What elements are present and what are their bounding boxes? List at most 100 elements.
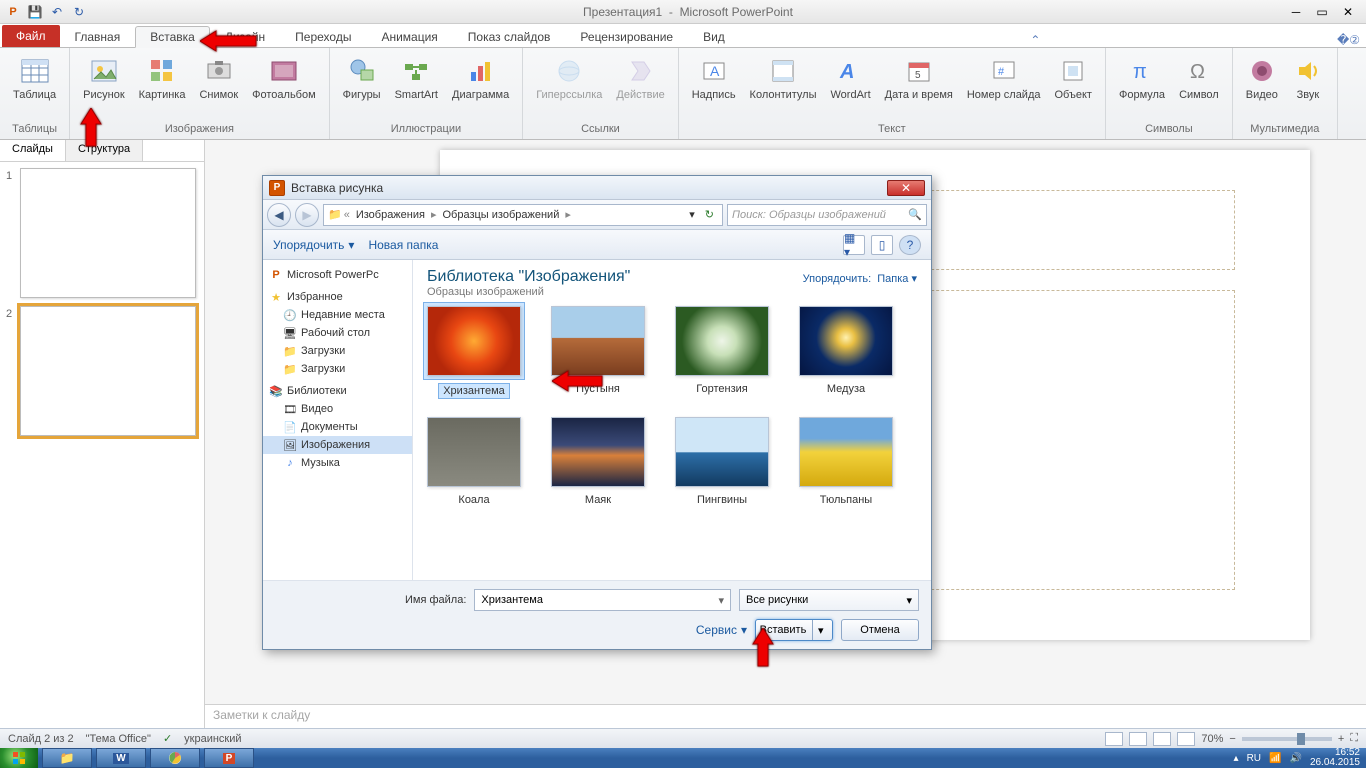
tab-review[interactable]: Рецензирование (565, 25, 688, 47)
hyperlink-button[interactable]: Гиперссылка (529, 50, 609, 106)
status-language[interactable]: украинский (184, 733, 241, 745)
tree-recent-app[interactable]: PMicrosoft PowerPc (263, 266, 412, 284)
insert-dropdown-icon[interactable]: ▾ (812, 620, 828, 640)
file-item-hydrangeas[interactable]: Гортензия (675, 306, 769, 399)
insert-button[interactable]: Вставить▾ (755, 619, 833, 641)
textbox-button[interactable]: AНадпись (685, 50, 743, 106)
zoom-in-button[interactable]: + (1338, 733, 1344, 745)
breadcrumb-sub[interactable]: Образцы изображений (439, 209, 564, 221)
tab-home[interactable]: Главная (60, 25, 136, 47)
start-button[interactable] (0, 748, 38, 768)
symbol-button[interactable]: ΩСимвол (1172, 50, 1226, 106)
tree-downloads-2[interactable]: 📁Загрузки (263, 360, 412, 378)
slide-thumb-1[interactable] (20, 168, 196, 298)
shapes-button[interactable]: Фигуры (336, 50, 388, 106)
cancel-button[interactable]: Отмена (841, 619, 919, 641)
equation-button[interactable]: πФормула (1112, 50, 1172, 106)
tree-libraries[interactable]: 📚Библиотеки (263, 378, 412, 400)
sorter-view-button[interactable] (1129, 732, 1147, 746)
app-icon[interactable]: P (4, 3, 22, 21)
taskbar-explorer[interactable]: 📁 (42, 748, 92, 768)
picture-button[interactable]: Рисунок (76, 50, 132, 106)
breadcrumb-dd[interactable]: ▾ (685, 208, 699, 221)
tab-transitions[interactable]: Переходы (280, 25, 366, 47)
sort-by[interactable]: Упорядочить: Папка ▾ (803, 272, 917, 285)
normal-view-button[interactable] (1105, 732, 1123, 746)
photoalbum-button[interactable]: Фотоальбом (245, 50, 323, 106)
refresh-icon[interactable]: ↻ (701, 208, 718, 221)
file-item-tulips[interactable]: Тюльпаны (799, 417, 893, 506)
nav-back-button[interactable]: ◀ (267, 203, 291, 227)
video-button[interactable]: Видео (1239, 50, 1285, 106)
file-item-chrysanthemum[interactable]: Хризантема (427, 306, 521, 399)
organize-button[interactable]: Упорядочить ▾ (273, 238, 354, 252)
slideshow-view-button[interactable] (1177, 732, 1195, 746)
undo-button[interactable]: ↶ (48, 3, 66, 21)
taskbar-word[interactable]: W (96, 748, 146, 768)
action-button[interactable]: Действие (609, 50, 671, 106)
chart-button[interactable]: Диаграмма (445, 50, 516, 106)
zoom-level[interactable]: 70% (1201, 733, 1223, 745)
slide-thumb-2[interactable] (20, 306, 196, 436)
audio-button[interactable]: Звук (1285, 50, 1331, 106)
spellcheck-icon[interactable]: ✓ (163, 732, 172, 745)
tray-network-icon[interactable]: 📶 (1269, 753, 1281, 764)
tab-design[interactable]: Дизайн (210, 25, 280, 47)
nav-forward-button[interactable]: ▶ (295, 203, 319, 227)
panel-tab-outline[interactable]: Структура (66, 140, 143, 161)
close-button[interactable]: ✕ (1336, 3, 1360, 21)
breadcrumb[interactable]: 📁 « Изображения ▸ Образцы изображений ▸ … (323, 204, 723, 226)
tab-view[interactable]: Вид (688, 25, 740, 47)
tab-slideshow[interactable]: Показ слайдов (453, 25, 566, 47)
newfolder-button[interactable]: Новая папка (368, 238, 438, 252)
slidenum-button[interactable]: #Номер слайда (960, 50, 1048, 106)
tree-documents[interactable]: 📄Документы (263, 418, 412, 436)
headerfooter-button[interactable]: Колонтитулы (743, 50, 824, 106)
clipart-button[interactable]: Картинка (132, 50, 193, 106)
object-button[interactable]: Объект (1048, 50, 1099, 106)
table-button[interactable]: Таблица (6, 50, 63, 106)
tray-volume-icon[interactable]: 🔊 (1289, 753, 1301, 764)
filename-input[interactable]: Хризантема▾ (474, 589, 731, 611)
taskbar-powerpoint[interactable]: P (204, 748, 254, 768)
help-icon[interactable]: �② (1331, 33, 1366, 47)
preview-pane-button[interactable]: ▯ (871, 235, 893, 255)
zoom-out-button[interactable]: − (1229, 733, 1235, 745)
datetime-button[interactable]: 5Дата и время (878, 50, 960, 106)
filetype-filter[interactable]: Все рисунки▾ (739, 589, 919, 611)
taskbar-chrome[interactable] (150, 748, 200, 768)
tab-animations[interactable]: Анимация (366, 25, 452, 47)
dialog-close-button[interactable]: ✕ (887, 180, 925, 196)
search-input[interactable]: Поиск: Образцы изображений 🔍 (727, 204, 927, 226)
breadcrumb-root[interactable]: Изображения (352, 209, 429, 221)
panel-tab-slides[interactable]: Слайды (0, 140, 66, 161)
tree-desktop[interactable]: 🖥Рабочий стол (263, 324, 412, 342)
tree-music[interactable]: ♪Музыка (263, 454, 412, 472)
notes-pane[interactable]: Заметки к слайду (205, 704, 1366, 728)
tree-pictures[interactable]: 🖼Изображения (263, 436, 412, 454)
view-mode-button[interactable]: ▦ ▾ (843, 235, 865, 255)
file-item-lighthouse[interactable]: Маяк (551, 417, 645, 506)
redo-button[interactable]: ↻ (70, 3, 88, 21)
file-item-koala[interactable]: Коала (427, 417, 521, 506)
tray-language[interactable]: RU (1247, 753, 1261, 764)
tray-date[interactable]: 26.04.2015 (1310, 758, 1360, 768)
file-item-desert[interactable]: Пустыня (551, 306, 645, 399)
file-item-penguins[interactable]: Пингвины (675, 417, 769, 506)
zoom-slider[interactable] (1242, 737, 1332, 741)
tree-videos[interactable]: 🎞Видео (263, 400, 412, 418)
save-button[interactable]: 💾 (26, 3, 44, 21)
ribbon-minimize-icon[interactable]: ⌃ (1024, 33, 1046, 47)
screenshot-button[interactable]: Снимок (192, 50, 245, 106)
smartart-button[interactable]: SmartArt (388, 50, 445, 106)
tree-recent-places[interactable]: 🕘Недавние места (263, 306, 412, 324)
help-dialog-button[interactable]: ? (899, 235, 921, 255)
zoom-fit-button[interactable]: ⛶ (1350, 732, 1358, 745)
tree-downloads-1[interactable]: 📁Загрузки (263, 342, 412, 360)
reading-view-button[interactable] (1153, 732, 1171, 746)
tab-insert[interactable]: Вставка (135, 26, 210, 48)
wordart-button[interactable]: AWordArt (824, 50, 878, 106)
tree-favorites[interactable]: ★Избранное (263, 284, 412, 306)
minimize-button[interactable]: ─ (1284, 3, 1308, 21)
file-item-jellyfish[interactable]: Медуза (799, 306, 893, 399)
